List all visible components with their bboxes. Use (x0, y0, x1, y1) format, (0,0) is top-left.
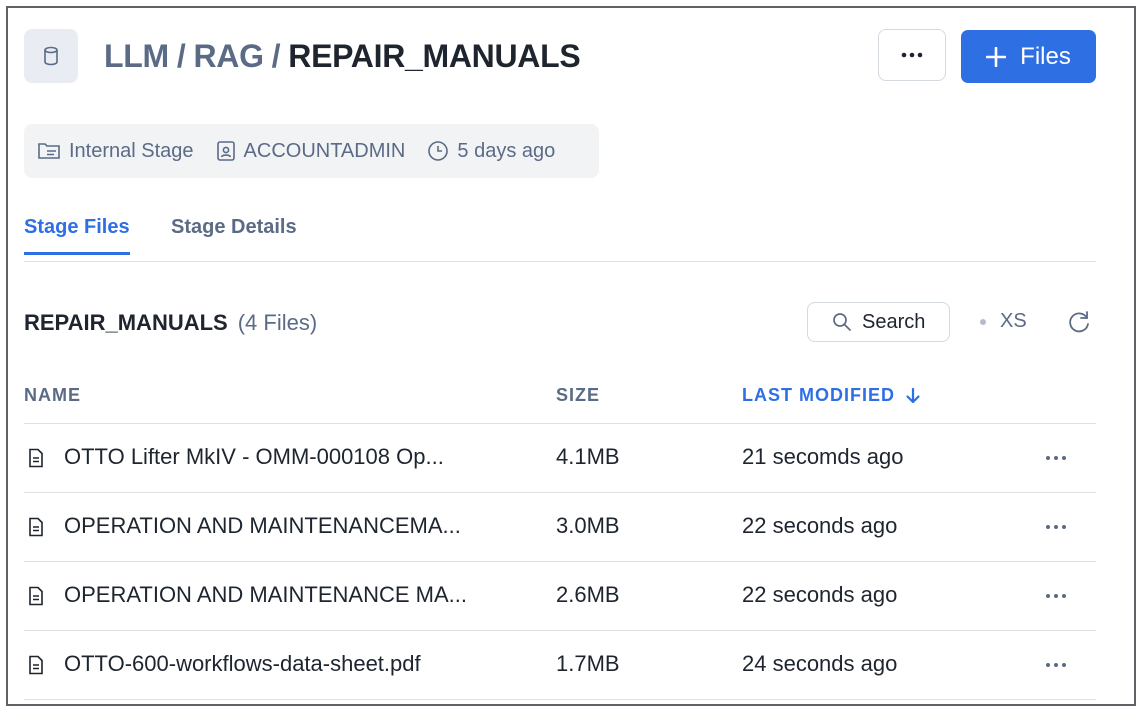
file-count: (4 Files) (237, 310, 318, 335)
table-row[interactable]: OTTO-600-workflows-data-sheet.pdf 1.7MB … (24, 630, 1096, 700)
owner-label: ACCOUNTADMIN (243, 139, 406, 162)
table-row[interactable]: OPERATION AND MAINTENANCE MA... 2.6MB 22… (24, 561, 1096, 630)
stage-meta-bar: Internal Stage ACCOUNTADMIN 5 days ago (24, 124, 599, 178)
row-actions-button[interactable] (1042, 446, 1070, 470)
row-actions-button[interactable] (1042, 653, 1070, 677)
add-files-label: Files (1020, 42, 1071, 70)
file-size: 3.0MB (556, 513, 620, 538)
file-name[interactable]: OTTO Lifter MkIV - OMM-000108 Op... (64, 444, 504, 470)
file-modified: 22 seconds ago (742, 582, 898, 607)
search-label: Search (862, 310, 926, 333)
file-icon (29, 586, 43, 606)
ellipsis-icon (1046, 663, 1066, 667)
stage-type-label: Internal Stage (69, 139, 194, 162)
refresh-icon[interactable] (1066, 309, 1092, 335)
column-header-size[interactable]: SIZE (556, 385, 600, 406)
stage-tabs: Stage Files Stage Details (24, 208, 1096, 262)
file-size: 2.6MB (556, 582, 620, 607)
table-row[interactable]: OPERATION AND MAINTENANCEMA... 3.0MB 22 … (24, 492, 1096, 561)
database-icon (24, 29, 78, 83)
breadcrumb-separator: / (271, 38, 281, 74)
row-actions-button[interactable] (1042, 584, 1070, 608)
column-header-name[interactable]: NAME (24, 385, 81, 406)
more-actions-button[interactable] (878, 29, 946, 81)
column-header-last-modified-label: LAST MODIFIED (742, 385, 895, 405)
search-icon (833, 313, 851, 331)
ellipsis-icon (1046, 594, 1066, 598)
arrow-down-icon (906, 387, 920, 403)
ellipsis-icon (1046, 456, 1066, 460)
status-dot-icon (980, 318, 986, 325)
breadcrumb-current: REPAIR_MANUALS (288, 38, 581, 74)
file-modified: 24 seconds ago (742, 651, 898, 676)
plus-icon (986, 46, 1007, 67)
column-header-last-modified[interactable]: LAST MODIFIED (742, 385, 921, 406)
warehouse-size-label: XS (1000, 310, 1027, 332)
stage-page: LLM / RAG / REPAIR_MANUALS Files Internal St… (6, 6, 1136, 706)
row-actions-button[interactable] (1042, 515, 1070, 539)
warehouse-size-selector[interactable]: XS (980, 310, 1027, 333)
file-modified: 21 secomds ago (742, 444, 904, 469)
file-icon (29, 448, 43, 468)
file-modified: 22 seconds ago (742, 513, 898, 538)
file-list-title: REPAIR_MANUALS (4 Files) (24, 310, 317, 336)
stage-type: Internal Stage (37, 140, 194, 163)
table-row[interactable]: OTTO Lifter MkIV - OMM-000108 Op... 4.1M… (24, 423, 1096, 492)
ellipsis-icon (1046, 525, 1066, 529)
clock-icon (428, 141, 449, 161)
file-icon (29, 655, 43, 675)
file-name[interactable]: OPERATION AND MAINTENANCEMA... (64, 513, 504, 539)
stage-name: REPAIR_MANUALS (24, 310, 228, 335)
breadcrumb-llm[interactable]: LLM (104, 38, 169, 74)
file-size: 4.1MB (556, 444, 620, 469)
breadcrumb-separator: / (176, 38, 186, 74)
search-button[interactable]: Search (807, 302, 950, 342)
breadcrumb-rag[interactable]: RAG (193, 38, 264, 74)
file-name[interactable]: OPERATION AND MAINTENANCE MA... (64, 582, 504, 608)
file-name[interactable]: OTTO-600-workflows-data-sheet.pdf (64, 651, 504, 677)
stage-owner: ACCOUNTADMIN (216, 139, 406, 163)
tab-stage-files[interactable]: Stage Files (24, 216, 130, 255)
folder-stage-icon (38, 143, 60, 159)
stage-created: 5 days ago (427, 140, 555, 163)
created-label: 5 days ago (457, 139, 556, 162)
user-badge-icon (216, 141, 235, 161)
file-size: 1.7MB (556, 651, 620, 676)
page-title: LLM / RAG / REPAIR_MANUALS (104, 38, 581, 75)
ellipsis-icon (901, 52, 923, 58)
tabs-divider (24, 260, 1096, 262)
file-icon (29, 517, 43, 537)
add-files-button[interactable]: Files (961, 30, 1096, 83)
tab-stage-details[interactable]: Stage Details (171, 216, 297, 239)
